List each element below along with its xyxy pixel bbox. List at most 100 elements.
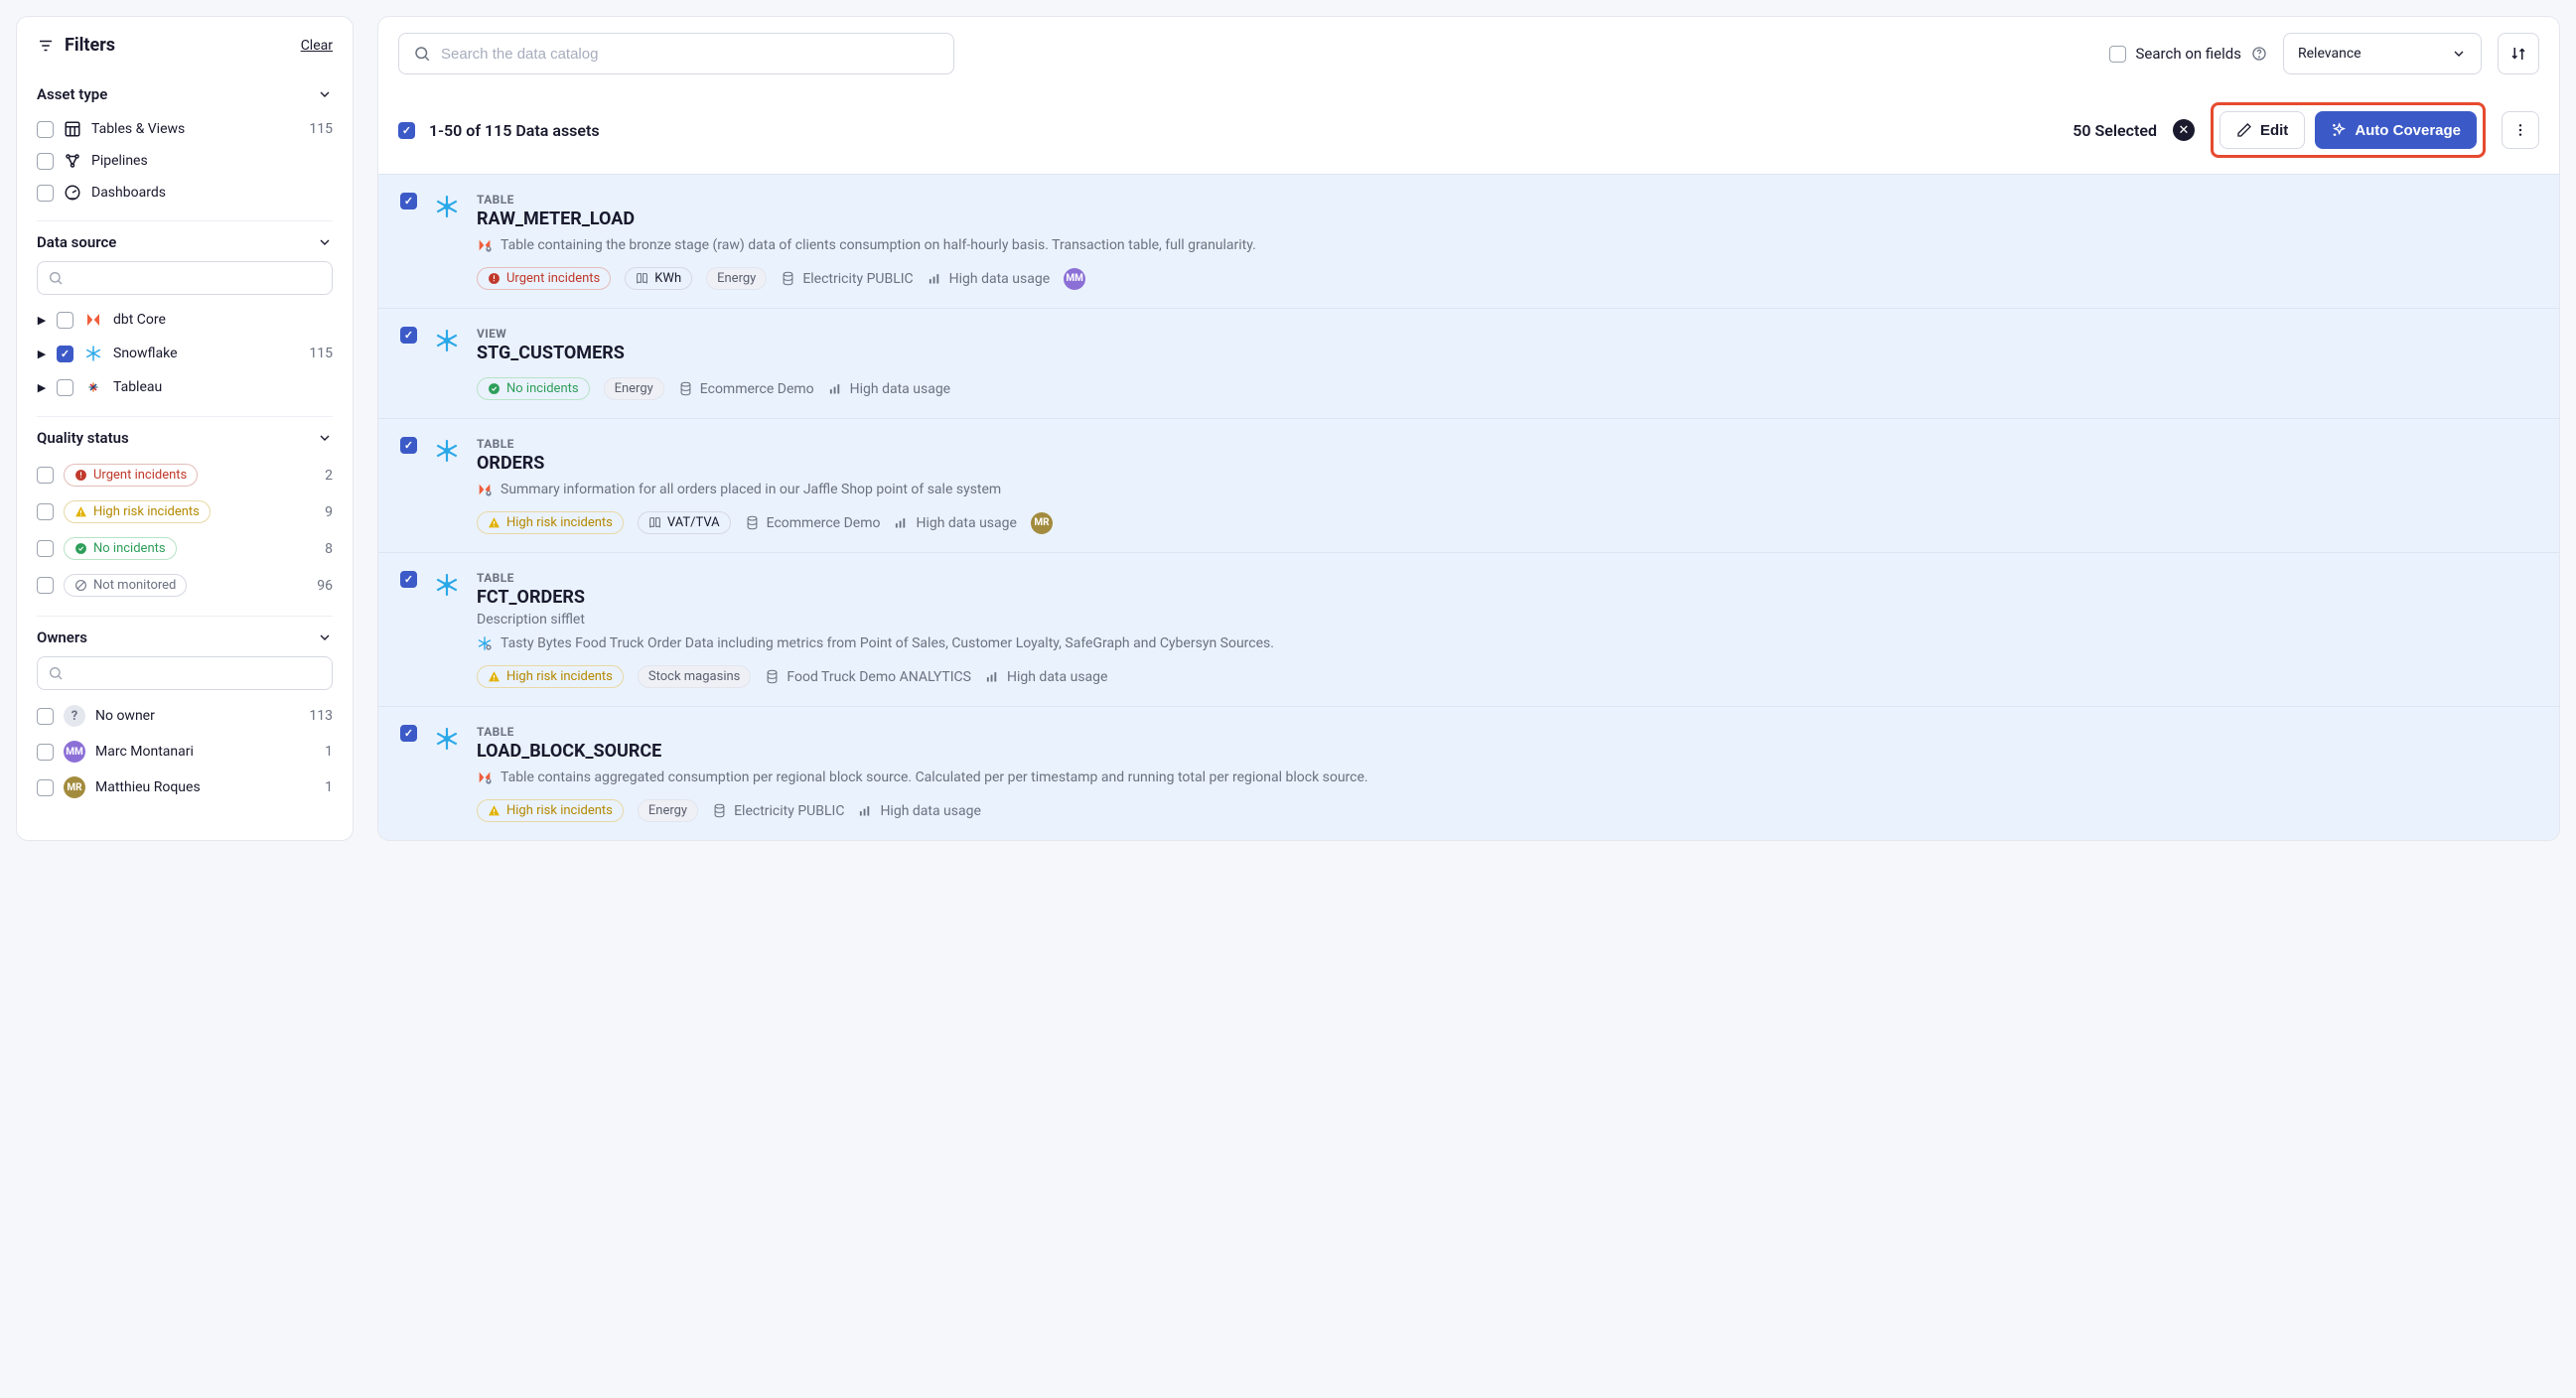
filter-pipelines[interactable]: Pipelines <box>37 145 333 177</box>
snowflake-icon <box>83 344 103 363</box>
status-pill: Urgent incidents <box>477 267 611 290</box>
select-all-checkbox[interactable] <box>398 122 415 139</box>
asset-title: ORDERS <box>477 453 2537 474</box>
filter-count: 2 <box>325 468 333 484</box>
chevron-down-icon <box>317 430 333 446</box>
expand-caret-icon[interactable]: ▶ <box>37 348 47 360</box>
catalog-search-input[interactable] <box>441 46 939 63</box>
data-source-header[interactable]: Data source <box>37 233 333 251</box>
clear-selection-button[interactable]: ✕ <box>2173 119 2195 141</box>
check-circle-icon <box>74 542 87 555</box>
filter-dbt-core[interactable]: ▶ dbt Core <box>37 303 333 337</box>
expand-caret-icon[interactable]: ▶ <box>37 314 47 327</box>
filter-no-incidents[interactable]: No incidents 8 <box>37 530 333 567</box>
asset-checkbox[interactable] <box>400 725 417 742</box>
asset-checkbox[interactable] <box>400 193 417 210</box>
asset-checkbox[interactable] <box>400 571 417 588</box>
checkbox[interactable] <box>37 779 54 796</box>
asset-row[interactable]: TABLE LOAD_BLOCK_SOURCE Table contains a… <box>378 706 2559 840</box>
checkbox[interactable] <box>37 540 54 557</box>
status-pill: High risk incidents <box>477 511 624 534</box>
snowflake-icon <box>433 437 461 465</box>
snowflake-icon <box>433 725 461 753</box>
auto-coverage-button[interactable]: Auto Coverage <box>2315 111 2477 149</box>
catalog-search[interactable] <box>398 33 954 74</box>
help-circle-icon[interactable] <box>2251 46 2267 62</box>
filter-label: Pipelines <box>91 153 148 169</box>
clear-filters-link[interactable]: Clear <box>301 38 333 54</box>
sort-direction-button[interactable] <box>2498 33 2539 74</box>
checkbox[interactable] <box>37 153 54 170</box>
sort-select[interactable]: Relevance <box>2283 33 2482 74</box>
high-risk-pill: High risk incidents <box>64 500 211 523</box>
asset-row[interactable]: VIEW STG_CUSTOMERS No incidentsEnergy Ec… <box>378 308 2559 418</box>
checkbox[interactable] <box>2109 46 2126 63</box>
asset-usage: High data usage <box>894 515 1016 531</box>
checkbox[interactable] <box>37 577 54 594</box>
asset-usage: High data usage <box>985 669 1107 685</box>
asset-checkbox[interactable] <box>400 327 417 344</box>
filter-tableau[interactable]: ▶ Tableau <box>37 370 333 404</box>
filter-label: Dashboards <box>91 185 166 201</box>
filter-high-risk[interactable]: High risk incidents 9 <box>37 493 333 530</box>
search-on-fields-toggle[interactable]: Search on fields <box>2109 45 2267 63</box>
filter-count: 96 <box>317 578 333 594</box>
asset-checkbox[interactable] <box>400 437 417 454</box>
main-panel: Search on fields Relevance 1-50 of 115 D… <box>377 16 2560 841</box>
checkbox[interactable] <box>37 121 54 138</box>
checkbox[interactable] <box>37 467 54 484</box>
filter-urgent-incidents[interactable]: Urgent incidents 2 <box>37 457 333 493</box>
owners-search[interactable] <box>37 656 333 690</box>
chevron-down-icon <box>317 86 333 102</box>
filter-not-monitored[interactable]: Not monitored 96 <box>37 567 333 604</box>
quality-status-header[interactable]: Quality status <box>37 429 333 447</box>
avatar: MR <box>64 776 85 798</box>
edit-button[interactable]: Edit <box>2219 111 2305 149</box>
filter-tables-views[interactable]: Tables & Views 115 <box>37 113 333 145</box>
section-data-source: Data source ▶ dbt Core ▶ <box>37 221 333 417</box>
asset-kind: VIEW <box>477 327 2537 341</box>
datasource-search[interactable] <box>37 261 333 295</box>
sparkle-icon <box>2331 122 2347 138</box>
checkbox[interactable] <box>57 346 73 362</box>
owners-header[interactable]: Owners <box>37 629 333 646</box>
filter-count: 115 <box>309 346 333 361</box>
tag-pill: Energy <box>706 267 767 290</box>
filters-title: Filters <box>37 35 115 56</box>
chevron-down-icon <box>2451 46 2467 62</box>
filter-no-owner[interactable]: ? No owner 113 <box>37 698 333 734</box>
no-owner-icon: ? <box>64 705 85 727</box>
not-monitored-pill: Not monitored <box>64 574 187 597</box>
checkbox[interactable] <box>57 379 73 396</box>
asset-subtitle: Description sifflet <box>477 612 2537 628</box>
asset-title: LOAD_BLOCK_SOURCE <box>477 741 2537 762</box>
checkbox[interactable] <box>57 312 73 329</box>
filter-snowflake[interactable]: ▶ Snowflake 115 <box>37 337 333 370</box>
table-icon <box>64 120 81 138</box>
asset-type-header[interactable]: Asset type <box>37 85 333 103</box>
section-owners: Owners ? No owner 113 MM Marc Montanari … <box>37 617 333 817</box>
database-icon <box>745 515 760 530</box>
filter-dashboards[interactable]: Dashboards <box>37 177 333 209</box>
bar-chart-icon <box>894 515 909 530</box>
checkbox[interactable] <box>37 744 54 761</box>
asset-kind: TABLE <box>477 193 2537 207</box>
snowflake-icon <box>433 571 461 599</box>
checkbox[interactable] <box>37 503 54 520</box>
filter-owner-matthieu[interactable]: MR Matthieu Roques 1 <box>37 769 333 805</box>
asset-row[interactable]: TABLE RAW_METER_LOAD Table containing th… <box>378 174 2559 308</box>
dashboard-icon <box>64 184 81 202</box>
filter-label: Matthieu Roques <box>95 779 201 795</box>
snowflake-icon <box>433 327 461 354</box>
asset-row[interactable]: TABLE ORDERS Summary information for all… <box>378 418 2559 552</box>
expand-caret-icon[interactable]: ▶ <box>37 381 47 394</box>
status-pill: High risk incidents <box>477 799 624 822</box>
checkbox[interactable] <box>37 185 54 202</box>
more-actions-button[interactable] <box>2502 111 2539 149</box>
asset-row[interactable]: TABLE FCT_ORDERS Description sifflet Tas… <box>378 552 2559 706</box>
more-vertical-icon <box>2512 122 2528 138</box>
filter-label: No owner <box>95 708 155 724</box>
checkbox[interactable] <box>37 708 54 725</box>
filter-count: 8 <box>325 541 333 557</box>
filter-owner-marc[interactable]: MM Marc Montanari 1 <box>37 734 333 769</box>
